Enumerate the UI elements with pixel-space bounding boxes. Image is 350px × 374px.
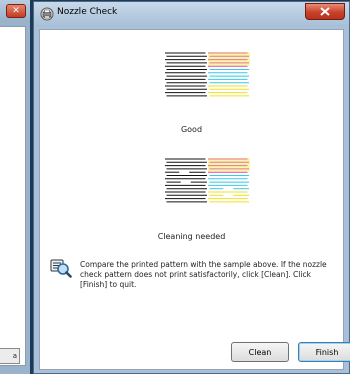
background-window: ✕ a — [0, 0, 30, 374]
magnifier-info-icon — [50, 259, 72, 278]
dialog-client-area: Good Cleaning needed Compare the printed… — [39, 29, 350, 370]
finish-button[interactable]: Finish — [298, 342, 350, 362]
good-pattern-label: Good — [180, 125, 203, 134]
close-icon — [320, 7, 330, 16]
good-pattern-sample — [161, 50, 253, 100]
close-icon: ✕ — [12, 6, 20, 16]
background-window-client — [0, 26, 26, 366]
instructions-text: Compare the printed pattern with the sam… — [80, 260, 327, 289]
clean-button[interactable]: Clean — [231, 342, 289, 362]
cleaning-needed-pattern-sample — [161, 156, 253, 206]
cleaning-needed-label: Cleaning needed — [157, 232, 226, 241]
dialog-titlebar: Nozzle Check — [34, 2, 349, 26]
nozzle-check-dialog: Nozzle Check Good Cleaning needed Compar… — [33, 1, 350, 374]
dialog-title: Nozzle Check — [57, 7, 118, 17]
background-close-button[interactable]: ✕ — [6, 4, 26, 18]
background-window-titlebar: ✕ — [0, 0, 30, 22]
printer-icon — [40, 7, 54, 23]
background-window-button[interactable]: a — [0, 348, 20, 364]
close-button[interactable] — [305, 3, 345, 20]
